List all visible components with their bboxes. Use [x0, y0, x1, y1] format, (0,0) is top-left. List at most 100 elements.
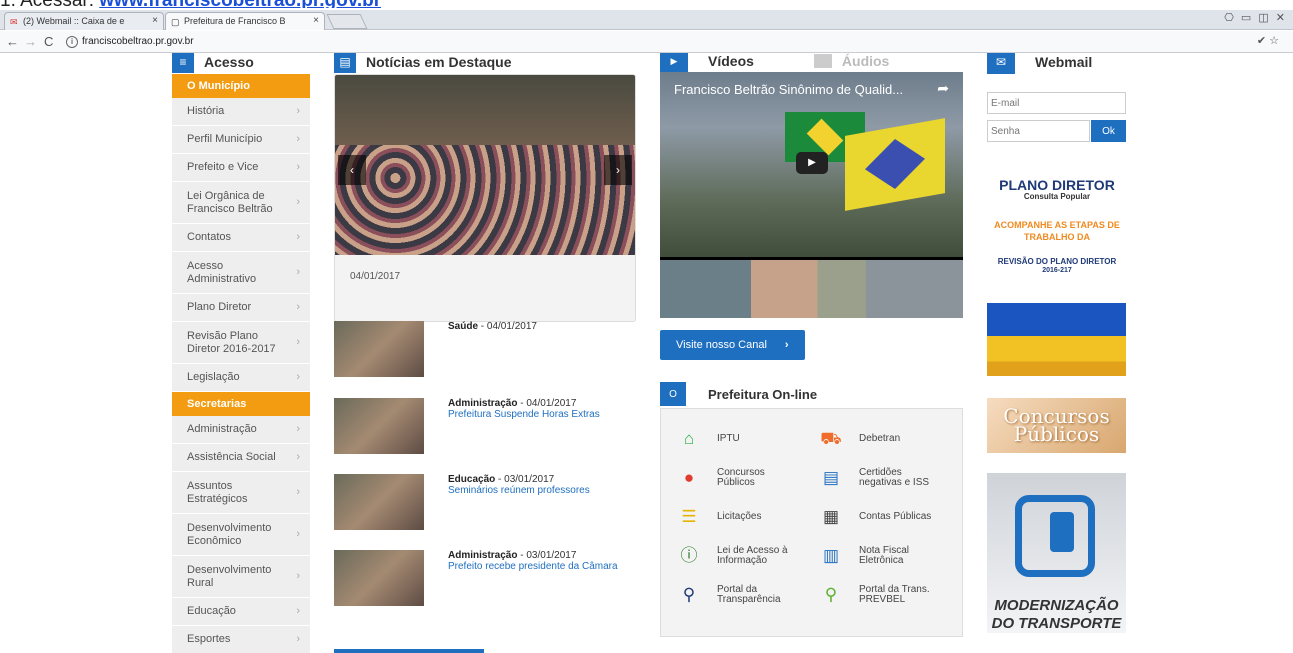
email-field[interactable] — [987, 92, 1126, 114]
crowd-image — [335, 145, 635, 255]
new-tab-button[interactable] — [326, 14, 368, 29]
next-slide-button[interactable]: › — [604, 155, 632, 185]
featured-news[interactable]: ‹ › 04/01/2017 — [334, 74, 636, 322]
url-field[interactable]: i franciscobeltrao.pr.gov.br — [66, 34, 1256, 50]
close-tab-icon[interactable]: × — [152, 13, 158, 29]
service-item[interactable]: ▥ Nota Fiscal Eletrônica — [817, 538, 947, 574]
menu-item[interactable]: Esportes › — [172, 626, 310, 653]
back-icon[interactable]: ← — [6, 34, 19, 49]
video-player[interactable]: Francisco Beltrão Sinônimo de Qualid... … — [660, 72, 963, 318]
visit-channel-button[interactable]: Visite nosso Canal › — [660, 330, 805, 360]
more-news-button[interactable] — [334, 649, 484, 653]
play-icon: ▶ — [660, 53, 688, 72]
forward-icon[interactable]: → — [24, 34, 37, 49]
magnifier-icon: ⚲ — [682, 585, 696, 604]
service-label: Portal da Transparência — [717, 584, 781, 605]
news-item[interactable]: Administração - 04/01/2017 Prefeitura Sus… — [334, 398, 636, 456]
news-link[interactable]: Prefeitura Suspende Horas Extras — [448, 409, 638, 420]
section-secretarias[interactable]: Secretarias — [172, 392, 310, 416]
menu-item-label: Acesso Administrativo — [187, 259, 257, 285]
video-thumbnails[interactable] — [660, 260, 963, 318]
menu-item[interactable]: Prefeito e Vice › — [172, 154, 310, 182]
tab-audios[interactable]: Áudios — [842, 53, 889, 69]
news-column: ▤ Notícias em Destaque ‹ › 04/01/2017 Saú… — [334, 53, 636, 653]
news-item[interactable]: Administração - 03/01/2017 Prefeito receb… — [334, 550, 636, 608]
service-item[interactable]: ● Concursos Públicos — [675, 460, 805, 496]
menu-item[interactable]: Lei Orgânica de Francisco Beltrão › — [172, 182, 310, 224]
share-icon[interactable]: ➦ — [937, 80, 949, 97]
page-icon: ▢ — [171, 17, 180, 27]
info-icon[interactable]: i — [66, 36, 78, 48]
ok-button[interactable]: Ok — [1091, 120, 1126, 142]
online-services-panel: ⌂ IPTU ⛟ Debetran ● Concursos Públicos ▤ Certid… — [660, 408, 963, 637]
menu-item[interactable]: Desenvolvimento Econômico › — [172, 514, 310, 556]
news-link[interactable]: Prefeito recebe presidente da Câmara — [448, 561, 638, 572]
transporte-banner[interactable]: MODERNIZAÇÃO DO TRANSPORTE — [987, 473, 1126, 633]
menu-item-label: Esportes — [187, 633, 231, 645]
chevron-right-icon: › — [296, 450, 300, 463]
service-label: Lei de Acesso à Informação — [717, 545, 788, 566]
menu-item[interactable]: Acesso Administrativo › — [172, 252, 310, 294]
acesso-header: ≡ Acesso — [172, 53, 310, 74]
browser-tab-webmail[interactable]: ✉ (2) Webmail :: Caixa de e × — [4, 12, 164, 30]
service-item[interactable]: ⌂ IPTU — [675, 421, 805, 457]
chevron-right-icon: › — [296, 160, 300, 173]
close-tab-icon[interactable]: × — [313, 13, 319, 29]
news-text: Administração - 03/01/2017 Prefeito receb… — [448, 550, 638, 572]
menu-item[interactable]: História › — [172, 98, 310, 126]
prev-slide-button[interactable]: ‹ — [338, 155, 366, 185]
web-page: ≡ Acesso O Município História › Perfil Muni… — [0, 53, 1293, 653]
news-date: - 03/01/2017 — [495, 474, 555, 485]
password-field[interactable] — [987, 120, 1090, 142]
service-item[interactable]: ▤ Certidões negativas e ISS — [817, 460, 947, 496]
chevron-right-icon: › — [296, 370, 300, 383]
service-label: Portal da Trans. PREVBEL — [859, 584, 930, 605]
bookmark-star-icon[interactable]: ✔ ☆ — [1257, 34, 1279, 47]
news-item[interactable]: Educação - 03/01/2017 Seminários reúnem p… — [334, 474, 636, 532]
menu-item[interactable]: Perfil Município › — [172, 126, 310, 154]
menu-item[interactable]: Educação › — [172, 598, 310, 626]
news-thumbnail[interactable] — [334, 550, 424, 606]
news-text: Educação - 03/01/2017 Seminários reúnem p… — [448, 474, 638, 496]
concursos-banner[interactable]: Concursos Públicos — [987, 398, 1126, 453]
reload-icon[interactable]: C — [44, 34, 53, 49]
service-item[interactable]: ▦ Contas Públicas — [817, 499, 947, 535]
chevron-right-icon: › — [296, 230, 300, 243]
service-item[interactable]: ⚲ Portal da Transparência — [675, 577, 805, 613]
video-title[interactable]: Francisco Beltrão Sinônimo de Qualid... — [674, 82, 903, 97]
plano-diretor-banner[interactable]: PLANO DIRETOR Consulta Popular ACOMPANHE… — [987, 178, 1127, 275]
annotation-link[interactable]: www.franciscobeltrao.pr.gov.br — [99, 0, 381, 8]
news-link[interactable]: Seminários reúnem professores — [448, 485, 638, 496]
list-icon: ☰ — [681, 507, 697, 526]
webmail-column: ✉ Webmail Ok PLANO DIRETOR Consulta Popul… — [987, 53, 1127, 633]
menu-item[interactable]: Assuntos Estratégicos › — [172, 472, 310, 514]
service-item[interactable]: ⛟ Debetran — [817, 421, 947, 457]
news-category: Administração — [448, 550, 518, 561]
menu-item[interactable]: Desenvolvimento Rural › — [172, 556, 310, 598]
service-item[interactable]: ☰ Licitações — [675, 499, 805, 535]
address-bar: ← → C i franciscobeltrao.pr.gov.br ✔ ☆ — [0, 31, 1293, 53]
play-button[interactable]: ▶ — [796, 152, 828, 174]
news-thumbnail[interactable] — [334, 398, 424, 454]
menu-item[interactable]: Revisão Plano Diretor 2016-2017 › — [172, 322, 310, 364]
section-municipio[interactable]: O Município — [172, 74, 310, 98]
featured-photo[interactable] — [335, 75, 635, 255]
service-item[interactable]: ⚲ Portal da Trans. PREVBEL — [817, 577, 947, 613]
menu-item-label: Assistência Social — [187, 451, 276, 463]
menu-item[interactable]: Contatos › — [172, 224, 310, 252]
menu-item-label: Perfil Município — [187, 133, 263, 145]
tab-videos[interactable]: Vídeos — [708, 53, 754, 69]
chevron-right-icon: › — [296, 604, 300, 617]
window-controls[interactable]: ⎔ ▭ ◫ ✕ — [1224, 11, 1287, 24]
news-thumbnail[interactable] — [334, 474, 424, 530]
service-item[interactable]: ⓘ Lei de Acesso à Informação — [675, 538, 805, 574]
menu-item[interactable]: Legislação › — [172, 364, 310, 392]
tab-label: Prefeitura de Francisco B — [184, 16, 286, 26]
news-thumbnail[interactable] — [334, 321, 424, 377]
menu-item[interactable]: Plano Diretor › — [172, 294, 310, 322]
menu-item[interactable]: Administração › — [172, 416, 310, 444]
tourism-banner[interactable] — [987, 303, 1126, 376]
news-item[interactable]: Saúde - 04/01/2017 — [334, 321, 636, 379]
menu-item[interactable]: Assistência Social › — [172, 444, 310, 472]
browser-tab-prefeitura[interactable]: ▢ Prefeitura de Francisco B × — [165, 12, 325, 30]
